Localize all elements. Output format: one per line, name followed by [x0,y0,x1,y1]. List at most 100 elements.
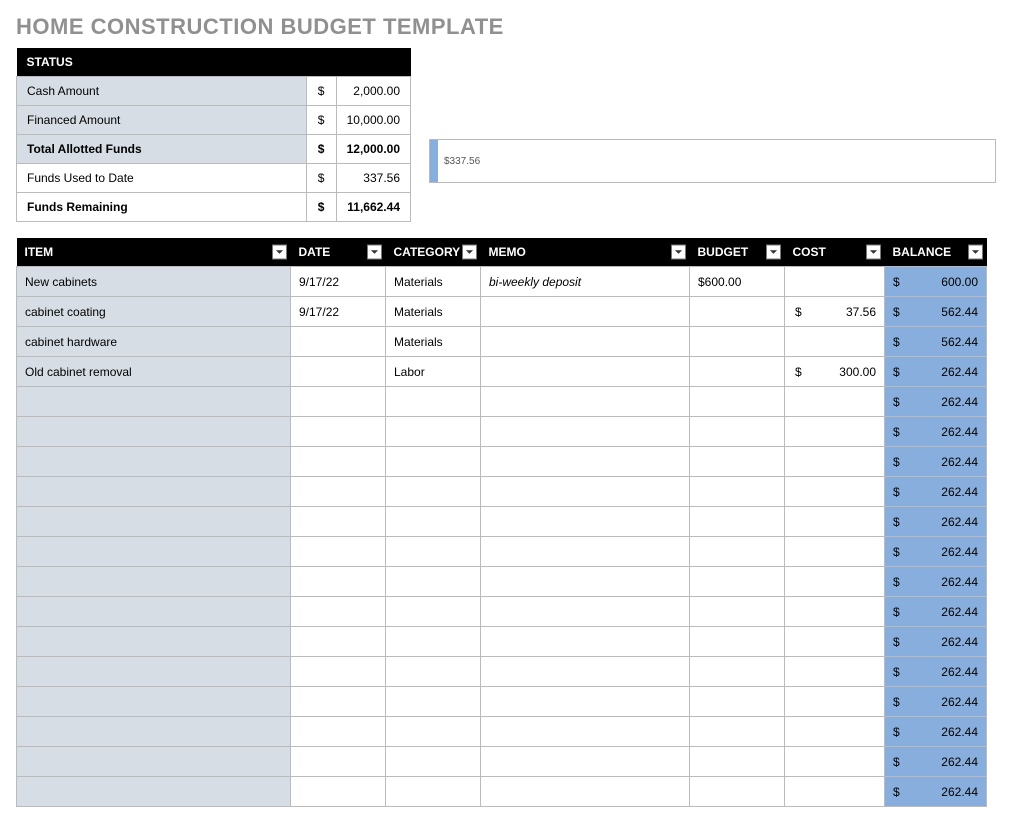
cell-item[interactable] [17,477,291,507]
cell-category[interactable] [386,537,481,567]
cell-budget[interactable]: $600.00 [690,267,785,297]
cell-budget[interactable] [690,747,785,777]
cell-budget[interactable] [690,627,785,657]
cell-date[interactable] [291,447,386,477]
cell-memo[interactable] [481,477,690,507]
cell-budget[interactable] [690,447,785,477]
cell-memo[interactable] [481,597,690,627]
cell-memo[interactable] [481,777,690,807]
cell-balance[interactable]: $262.44 [885,627,987,657]
cell-budget[interactable] [690,657,785,687]
date-filter-button[interactable] [367,245,382,260]
cell-category[interactable] [386,657,481,687]
cell-date[interactable]: 9/17/22 [291,297,386,327]
cell-date[interactable] [291,627,386,657]
cell-cost[interactable] [785,327,885,357]
cell-memo[interactable] [481,447,690,477]
cell-category[interactable]: Labor [386,357,481,387]
item-filter-button[interactable] [272,245,287,260]
cell-cost[interactable] [785,387,885,417]
cell-balance[interactable]: $600.00 [885,267,987,297]
cell-item[interactable] [17,447,291,477]
cell-memo[interactable] [481,717,690,747]
cell-budget[interactable] [690,297,785,327]
cell-budget[interactable] [690,357,785,387]
cell-cost[interactable] [785,717,885,747]
cell-item[interactable] [17,417,291,447]
cell-item[interactable] [17,687,291,717]
cell-cost[interactable] [785,417,885,447]
cell-balance[interactable]: $262.44 [885,357,987,387]
cell-category[interactable] [386,777,481,807]
cell-balance[interactable]: $262.44 [885,777,987,807]
cell-cost[interactable] [785,267,885,297]
cell-budget[interactable] [690,687,785,717]
cell-memo[interactable] [481,567,690,597]
cell-budget[interactable] [690,387,785,417]
cell-memo[interactable] [481,657,690,687]
cell-category[interactable] [386,717,481,747]
cell-balance[interactable]: $562.44 [885,297,987,327]
cell-cost[interactable] [785,537,885,567]
cell-date[interactable] [291,687,386,717]
cell-budget[interactable] [690,477,785,507]
cell-category[interactable] [386,747,481,777]
cell-cost[interactable]: $37.56 [785,297,885,327]
cell-category[interactable]: Materials [386,297,481,327]
cell-item[interactable] [17,387,291,417]
cell-category[interactable] [386,477,481,507]
cell-budget[interactable] [690,327,785,357]
cell-item[interactable] [17,507,291,537]
cell-budget[interactable] [690,777,785,807]
cell-cost[interactable] [785,657,885,687]
cell-memo[interactable] [481,297,690,327]
cell-cost[interactable] [785,777,885,807]
cell-memo[interactable] [481,387,690,417]
cell-budget[interactable] [690,507,785,537]
cell-category[interactable]: Materials [386,267,481,297]
cell-item[interactable]: New cabinets [17,267,291,297]
cell-budget[interactable] [690,537,785,567]
cell-cost[interactable] [785,627,885,657]
cell-memo[interactable] [481,627,690,657]
cell-cost[interactable] [785,747,885,777]
cell-budget[interactable] [690,417,785,447]
cell-memo[interactable] [481,537,690,567]
cell-balance[interactable]: $262.44 [885,717,987,747]
cell-memo[interactable] [481,417,690,447]
cell-category[interactable]: Materials [386,327,481,357]
cell-item[interactable]: cabinet hardware [17,327,291,357]
cell-date[interactable] [291,567,386,597]
cell-date[interactable] [291,357,386,387]
cell-cost[interactable] [785,507,885,537]
cell-balance[interactable]: $262.44 [885,507,987,537]
memo-filter-button[interactable] [671,245,686,260]
cell-balance[interactable]: $262.44 [885,747,987,777]
cell-date[interactable] [291,507,386,537]
cell-category[interactable] [386,597,481,627]
cell-date[interactable] [291,597,386,627]
cell-cost[interactable] [785,447,885,477]
cell-date[interactable] [291,657,386,687]
cell-cost[interactable] [785,477,885,507]
cell-category[interactable] [386,387,481,417]
cell-balance[interactable]: $262.44 [885,597,987,627]
cell-balance[interactable]: $262.44 [885,657,987,687]
cell-item[interactable] [17,537,291,567]
cell-date[interactable] [291,477,386,507]
cell-cost[interactable] [785,597,885,627]
balance-filter-button[interactable] [968,245,983,260]
cell-cost[interactable] [785,687,885,717]
cell-cost[interactable]: $300.00 [785,357,885,387]
cell-item[interactable] [17,627,291,657]
cell-memo[interactable] [481,327,690,357]
cell-item[interactable] [17,777,291,807]
cell-cost[interactable] [785,567,885,597]
cell-item[interactable]: Old cabinet removal [17,357,291,387]
cell-category[interactable] [386,567,481,597]
cell-date[interactable] [291,417,386,447]
cell-date[interactable] [291,747,386,777]
cell-date[interactable]: 9/17/22 [291,267,386,297]
budget-filter-button[interactable] [766,245,781,260]
cell-category[interactable] [386,687,481,717]
